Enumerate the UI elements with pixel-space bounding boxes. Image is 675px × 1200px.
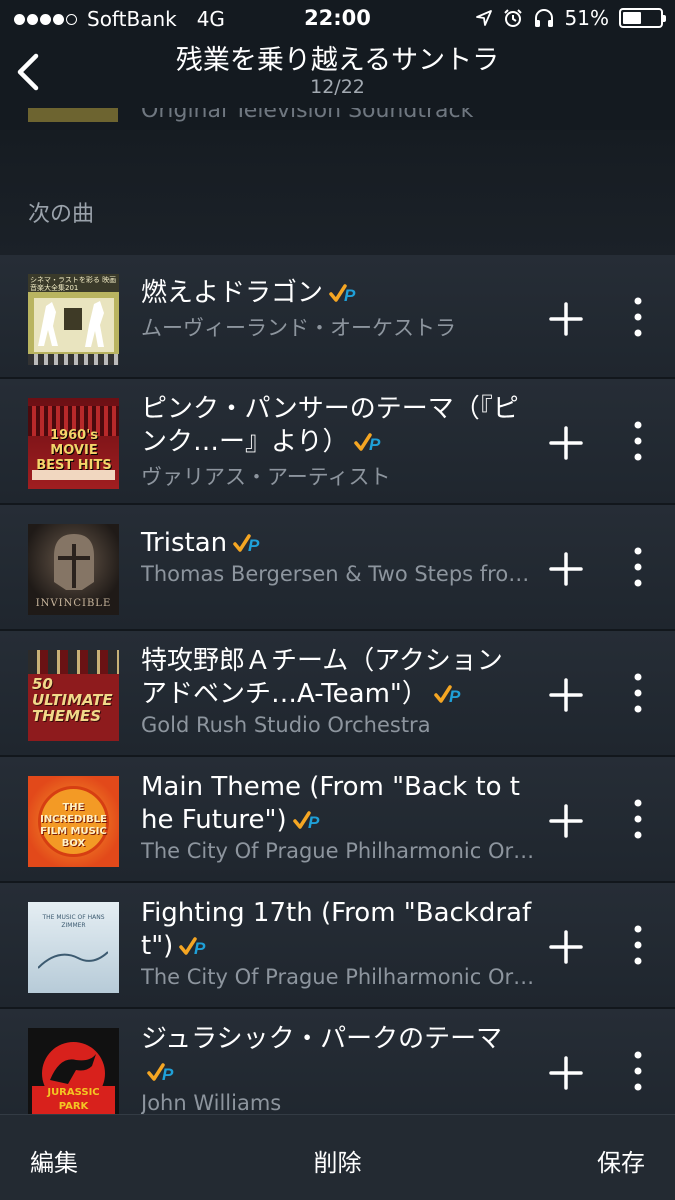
svg-text:P: P [308,813,320,832]
album-art: THE MUSIC OF HANS ZIMMER [28,902,119,993]
track-title: Tristan P [141,527,536,560]
track-title: 特攻野郎Ａチーム（アクション アドベンチ…A-Team"） P [141,645,536,711]
track-info: ピンク・パンサーのテーマ（『ピンク…ー』より） P ヴァリアス・アーティスト [141,393,536,491]
svg-text:P: P [162,1065,174,1084]
add-icon[interactable] [548,301,584,337]
up-next-list: シネマ・ラストを彩る 映画音楽大全集201 燃えよドラゴン P ムーヴィーランド・… [0,255,675,1135]
track-artist: Thomas Bergersen & Two Steps fro… [141,562,530,586]
track-artist: John Williams [141,1091,282,1115]
more-options-icon[interactable] [626,545,650,589]
track-row[interactable]: シネマ・ラストを彩る 映画音楽大全集201 燃えよドラゴン P ムーヴィーランド・… [0,255,675,379]
svg-text:P: P [248,536,260,555]
track-title: Fighting 17th (From "Backdraft") P [141,897,536,963]
previous-album-art [28,108,118,122]
add-icon[interactable] [548,803,584,839]
prime-badge-icon: P [434,684,461,706]
location-arrow-icon [475,10,492,26]
playlist-title: 残業を乗り越えるサントラ [175,45,500,76]
album-art-caption: INVINCIBLE [35,598,112,609]
album-art: 50 ULTIMATE THEMES [28,650,119,741]
track-title: ピンク・パンサーのテーマ（『ピンク…ー』より） P [141,393,536,459]
svg-text:P: P [194,939,206,958]
battery-icon [619,8,666,28]
bottom-toolbar: 編集 削除 保存 [0,1114,675,1200]
more-options-icon[interactable] [626,419,650,463]
up-next-section: 次の曲 [0,130,675,255]
track-artist: The City Of Prague Philharmonic Or… [141,839,535,863]
playlist-header: 残業を乗り越えるサントラ 12/22 [0,36,675,108]
track-row[interactable]: INVINCIBLE Tristan P Thomas Bergersen & T… [0,505,675,631]
track-artist: Gold Rush Studio Orchestra [141,713,431,737]
track-row[interactable]: THE INCREDIBLE FILM MUSIC BOX Main Theme… [0,757,675,883]
track-row[interactable]: 1960's MOVIE BEST HITS ピンク・パンサーのテーマ（『ピンク… [0,379,675,505]
add-icon[interactable] [548,677,584,713]
track-info: Main Theme (From "Back to the Future") P … [141,771,536,863]
more-options-icon[interactable] [626,1049,650,1093]
more-options-icon[interactable] [626,295,650,339]
track-info: ジュラシック・パークのテーマ P John Williams [141,1023,536,1115]
prime-badge-icon: P [329,283,356,305]
track-artist: ムーヴィーランド・オーケストラ [141,316,456,340]
album-art: シネマ・ラストを彩る 映画音楽大全集201 [28,274,119,365]
album-art-caption: JURASSIC PARK [32,1086,115,1114]
album-art-caption: シネマ・ラストを彩る 映画音楽大全集201 [30,276,117,292]
track-info: Tristan P Thomas Bergersen & Two Steps fr… [141,527,536,586]
track-artist: The City Of Prague Philharmonic Or… [141,965,535,989]
battery-percent: 51% [564,6,609,30]
track-title-text: 燃えよドラゴン [141,278,324,308]
track-info: Fighting 17th (From "Backdraft") P The Ci… [141,897,536,989]
more-options-icon[interactable] [626,797,650,841]
prime-badge-icon: P [233,533,260,555]
previous-track-subtitle: Original Television Soundtrack [141,108,474,123]
prime-badge-icon: P [292,810,320,832]
headphones-icon [534,9,553,27]
album-art: INVINCIBLE [28,524,119,615]
album-art: THE INCREDIBLE FILM MUSIC BOX [28,776,119,867]
album-art: 1960's MOVIE BEST HITS [28,398,119,489]
add-icon[interactable] [548,425,584,461]
track-artist: ヴァリアス・アーティスト [141,465,391,489]
add-icon[interactable] [548,551,584,587]
album-art-caption: 1960's MOVIE BEST HITS [36,428,112,473]
svg-text:P: P [369,435,381,454]
up-next-label: 次の曲 [28,202,95,227]
album-art-caption: 50 ULTIMATE THEMES [32,675,113,725]
track-title-text: ジュラシック・パークのテーマ [141,1024,503,1054]
more-options-icon[interactable] [626,923,650,967]
track-title-text: Tristan [141,528,228,558]
track-info: 燃えよドラゴン P ムーヴィーランド・オーケストラ [141,277,536,342]
track-position: 12/22 [310,76,365,98]
previous-track-peek[interactable]: Original Television Soundtrack [0,108,675,130]
svg-text:P: P [344,286,356,305]
track-title: Main Theme (From "Back to the Future") P [141,771,536,837]
svg-text:P: P [449,687,461,706]
track-title-text: Main Theme (From "Back to the Future") [141,772,521,835]
prime-badge-icon: P [147,1062,174,1084]
album-art: JURASSIC PARK [28,1028,119,1119]
add-icon[interactable] [548,929,584,965]
delete-button[interactable]: 削除 [0,1143,675,1178]
add-icon[interactable] [548,1055,584,1091]
track-row[interactable]: 50 ULTIMATE THEMES 特攻野郎Ａチーム（アクション アドベンチ…… [0,631,675,757]
save-button[interactable]: 保存 [597,1143,645,1178]
track-info: 特攻野郎Ａチーム（アクション アドベンチ…A-Team"） P Gold Rush… [141,645,536,737]
prime-badge-icon: P [179,936,206,958]
track-row[interactable]: THE MUSIC OF HANS ZIMMER Fighting 17th (… [0,883,675,1009]
more-options-icon[interactable] [626,671,650,715]
album-art-caption: THE INCREDIBLE FILM MUSIC BOX [40,802,107,849]
track-title-text: ピンク・パンサーのテーマ（『ピンク…ー』より） [141,394,519,457]
alarm-icon [503,9,522,27]
status-bar: SoftBank 4G 22:00 51% [0,0,675,36]
prime-badge-icon: P [354,432,381,454]
album-art-caption: THE MUSIC OF HANS ZIMMER [42,914,105,929]
track-title: 燃えよドラゴン P [141,277,536,310]
track-title: ジュラシック・パークのテーマ P [141,1023,536,1089]
